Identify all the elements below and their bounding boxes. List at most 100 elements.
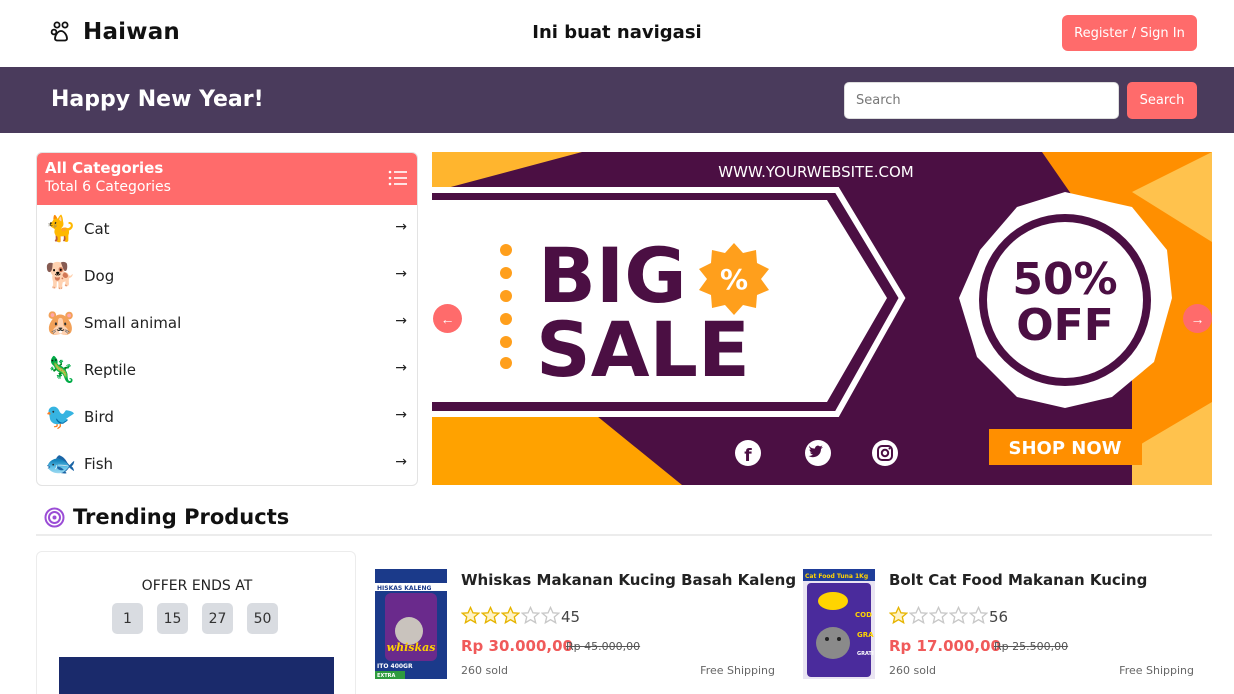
arrow-right-icon: →	[395, 313, 407, 329]
arrow-right-icon: →	[395, 219, 407, 235]
big-sale-graphic: BIG SALE % WWW.YOURWEBSITE.COM 50% OFF S…	[432, 152, 1212, 485]
lizard-icon: 🦎	[45, 354, 77, 384]
instagram-icon[interactable]	[872, 440, 898, 466]
rating-stars	[461, 606, 560, 625]
category-label: Fish	[84, 454, 114, 473]
star-filled-icon	[501, 606, 520, 625]
register-signin-button[interactable]: Register / Sign In	[1062, 15, 1197, 51]
sold-count: 260 sold	[889, 664, 936, 677]
fish-icon: 🐟	[45, 448, 77, 478]
brand-name: Haiwan	[83, 19, 180, 45]
trending-title: Trending Products	[73, 505, 290, 529]
categories-title: All Categories	[45, 159, 164, 177]
carousel-prev-button[interactable]: ←	[433, 304, 462, 333]
shipping-info: Free Shipping	[1119, 664, 1194, 677]
arrow-right-icon: →	[395, 407, 407, 423]
svg-text:Cat Food Tuna 1Kg: Cat Food Tuna 1Kg	[805, 573, 868, 580]
category-label: Small animal	[84, 313, 182, 332]
discount-off: OFF	[1016, 300, 1114, 351]
discount-percent: 50%	[1012, 254, 1117, 305]
category-item-cat[interactable]: 🐈 Cat →	[37, 205, 417, 252]
star-filled-icon	[481, 606, 500, 625]
category-label: Reptile	[84, 360, 136, 379]
arrow-right-icon: →	[395, 454, 407, 470]
shop-now-label: SHOP NOW	[1008, 438, 1121, 459]
categories-header: All Categories Total 6 Categories	[37, 153, 417, 205]
product-name[interactable]: Bolt Cat Food Makanan Kucing	[889, 571, 1147, 589]
dog-icon: 🐕	[45, 260, 77, 290]
category-item-reptile[interactable]: 🦎 Reptile →	[37, 346, 417, 393]
arrow-right-icon: →	[395, 266, 407, 282]
star-empty-icon	[969, 606, 988, 625]
categories-count: Total 6 Categories	[45, 179, 171, 195]
product-image[interactable]: Cat Food Tuna 1Kg COD GRA GRATI	[803, 569, 875, 679]
svg-text:whiskas: whiskas	[387, 641, 436, 654]
category-label: Cat	[84, 219, 110, 238]
category-label: Dog	[84, 266, 115, 285]
svg-text:ITO 400GR: ITO 400GR	[377, 663, 413, 670]
facebook-icon[interactable]: f	[735, 440, 761, 466]
category-item-dog[interactable]: 🐕 Dog →	[37, 252, 417, 299]
countdown-minutes: 27	[202, 603, 233, 634]
svg-text:GRATI: GRATI	[857, 651, 874, 657]
product-original-price: Rp 25.500,00	[994, 640, 1069, 653]
arrow-right-icon: →	[395, 360, 407, 376]
rating-stars	[889, 606, 988, 625]
search-button[interactable]: Search	[1127, 82, 1197, 119]
product-card[interactable]: HISKAS KALENG whiskas ITO 400GR EXTRA Wh…	[375, 568, 796, 680]
trending-heading: Trending Products	[44, 505, 289, 529]
rating-count: 56	[989, 608, 1009, 626]
list-menu-icon[interactable]	[388, 170, 407, 186]
svg-text:GRA: GRA	[857, 631, 874, 639]
top-header: Haiwan Ini buat navigasi Register / Sign…	[0, 0, 1234, 67]
greeting-title: Happy New Year!	[51, 87, 264, 112]
categories-panel: All Categories Total 6 Categories 🐈 Cat → 🐕…	[36, 152, 418, 486]
svg-text:EXTRA: EXTRA	[377, 673, 396, 679]
carousel-next-button[interactable]: →	[1183, 304, 1212, 333]
arrow-right-icon: →	[1190, 310, 1205, 327]
product-price: Rp 30.000,00	[461, 637, 573, 655]
star-empty-icon	[521, 606, 540, 625]
arrow-left-icon: ←	[440, 310, 455, 327]
product-original-price: Rp 45.000,00	[566, 640, 641, 653]
website-text: WWW.YOURWEBSITE.COM	[718, 163, 913, 181]
greeting-bar: Happy New Year! Search	[0, 67, 1234, 133]
countdown-hours: 15	[157, 603, 188, 634]
categories-list: 🐈 Cat → 🐕 Dog → 🐹 Small animal → 🦎 Reptile → 🐦 Bird → 🐟…	[37, 205, 417, 485]
navigation-text: Ini buat navigasi	[532, 22, 702, 43]
countdown-days: 1	[112, 603, 143, 634]
search-input[interactable]	[844, 82, 1119, 119]
section-divider	[36, 534, 1212, 536]
product-image[interactable]: HISKAS KALENG whiskas ITO 400GR EXTRA	[375, 569, 447, 679]
star-empty-icon	[541, 606, 560, 625]
hamster-icon: 🐹	[45, 307, 77, 337]
star-empty-icon	[929, 606, 948, 625]
countdown-timer: 1 15 27 50	[112, 603, 278, 634]
category-item-fish[interactable]: 🐟 Fish →	[37, 440, 417, 485]
paw-icon	[50, 21, 69, 42]
product-price: Rp 17.000,00	[889, 637, 1001, 655]
svg-text:COD: COD	[855, 611, 872, 619]
twitter-icon[interactable]	[805, 440, 831, 466]
bird-icon: 🐦	[45, 401, 77, 431]
offer-card[interactable]: OFFER ENDS AT 1 15 27 50	[36, 551, 356, 694]
svg-text:f: f	[744, 446, 752, 466]
brand-logo[interactable]: Haiwan	[50, 19, 180, 45]
svg-text:HISKAS KALENG: HISKAS KALENG	[377, 585, 432, 592]
sold-count: 260 sold	[461, 664, 508, 677]
countdown-seconds: 50	[247, 603, 278, 634]
star-empty-icon	[949, 606, 968, 625]
shipping-info: Free Shipping	[700, 664, 775, 677]
category-item-bird[interactable]: 🐦 Bird →	[37, 393, 417, 440]
star-filled-icon	[889, 606, 908, 625]
percent-sign: %	[720, 263, 748, 296]
product-card[interactable]: Cat Food Tuna 1Kg COD GRA GRATI Bolt Cat…	[803, 568, 1194, 680]
category-label: Bird	[84, 407, 114, 426]
star-empty-icon	[909, 606, 928, 625]
hero-banner[interactable]: BIG SALE % WWW.YOURWEBSITE.COM 50% OFF S…	[432, 152, 1212, 485]
rating-count: 45	[561, 608, 581, 626]
spiral-icon	[44, 507, 65, 527]
offer-product-image[interactable]	[59, 657, 334, 694]
category-item-small-animal[interactable]: 🐹 Small animal →	[37, 299, 417, 346]
product-name[interactable]: Whiskas Makanan Kucing Basah Kaleng	[461, 571, 796, 589]
